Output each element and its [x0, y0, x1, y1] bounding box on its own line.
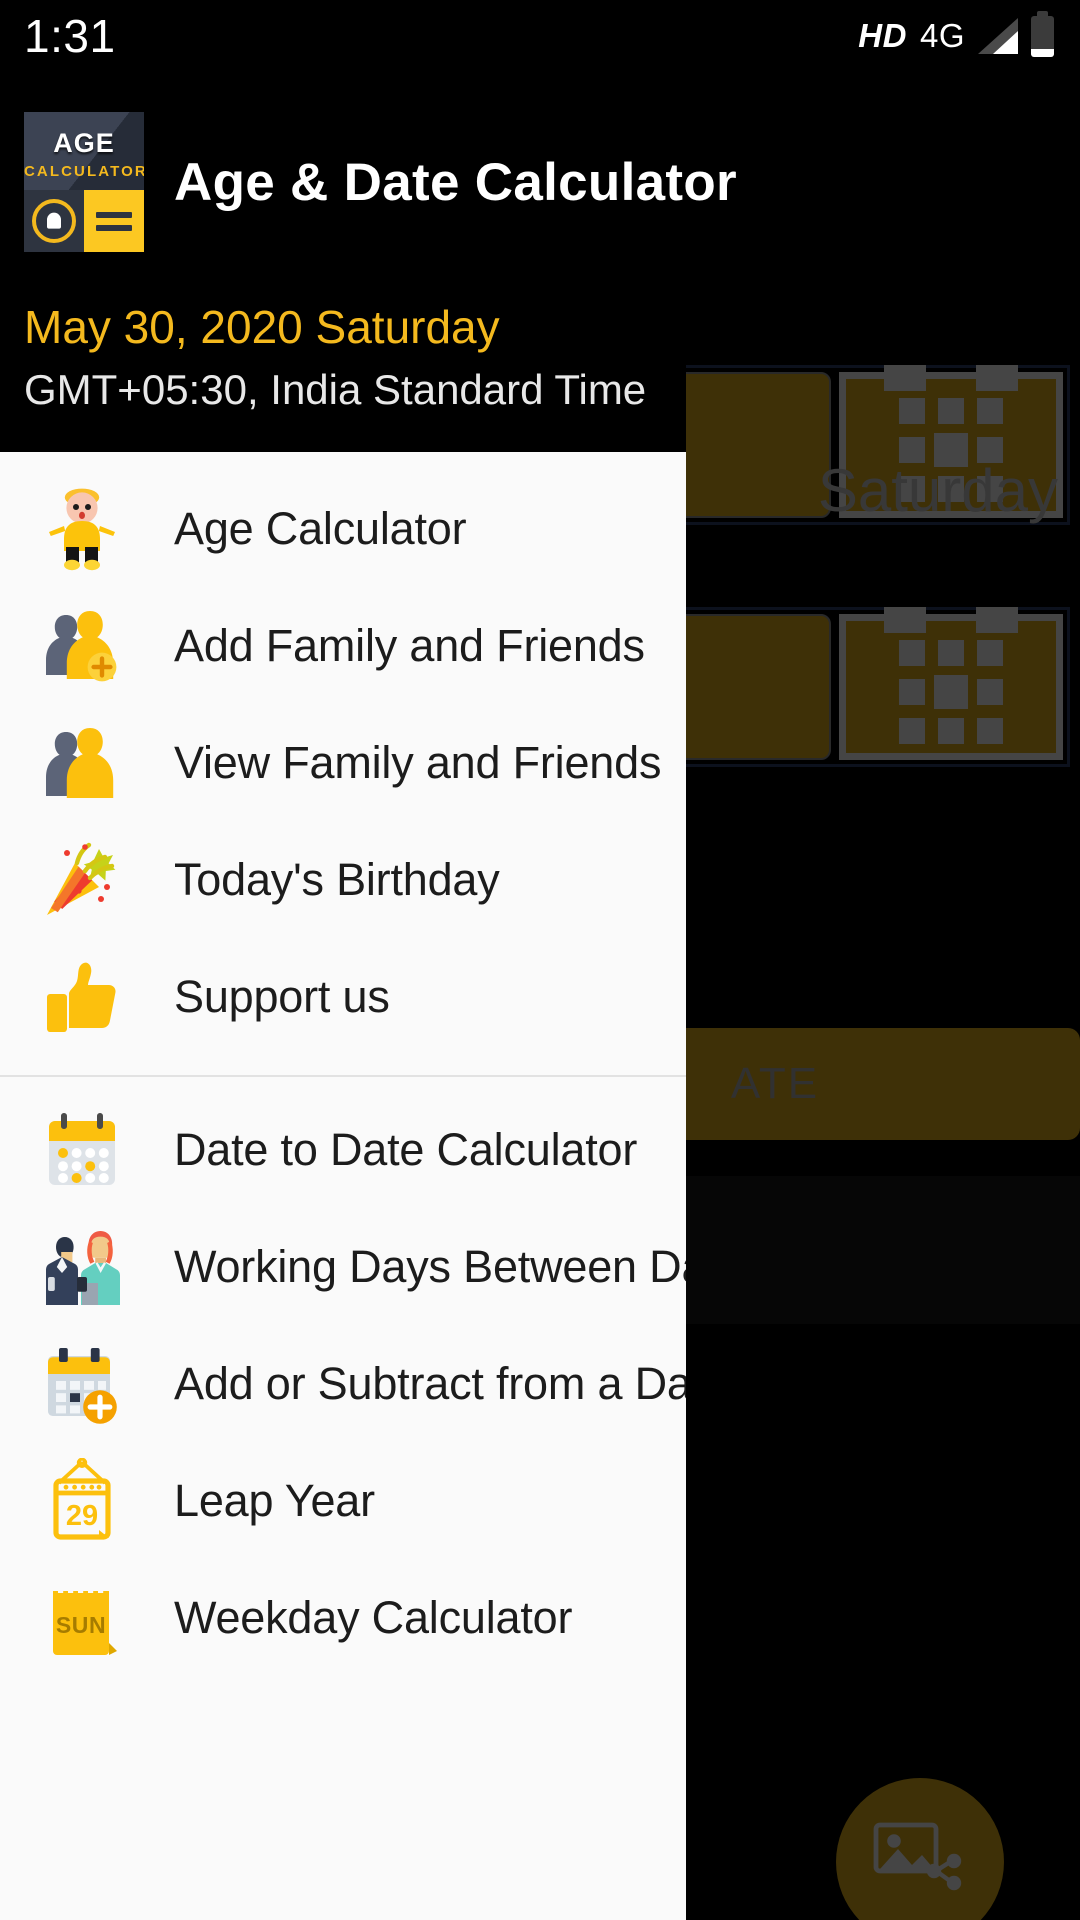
page-title: Age & Date Calculator	[174, 152, 737, 212]
drawer-item-add-family-and-friends[interactable]: Add Family and Friends	[0, 587, 686, 704]
svg-text:SUN: SUN	[56, 1612, 106, 1638]
drawer-item-date-to-date-calculator[interactable]: Date to Date Calculator	[0, 1091, 686, 1208]
phone-screen: May 30, 2020 Saturday GMT+05:30, India S…	[0, 0, 1080, 1920]
calendar-plus-icon	[36, 1342, 128, 1426]
business-couple-icon	[36, 1225, 128, 1309]
drawer-item-label: Add Family and Friends	[174, 619, 645, 671]
calendar-sun-icon: SUN	[36, 1575, 128, 1661]
app-logo-icon: AGE CALCULATOR	[24, 112, 144, 252]
people-icon	[36, 724, 128, 802]
hd-indicator: HD	[858, 17, 907, 54]
party-popper-icon	[36, 839, 128, 921]
timezone-text: GMT+05:30, India Standard Time	[24, 366, 647, 413]
drawer-section-secondary: Date to Date Calculator Working Days Bet…	[0, 1085, 686, 1676]
toolbar: AGE CALCULATOR Age & Date Calculator	[24, 112, 737, 252]
navigation-drawer[interactable]: Age Calculator Add Family and Friends Vi…	[0, 452, 686, 1920]
baby-icon	[36, 487, 128, 571]
logo-line2: CALCULATOR	[24, 163, 144, 180]
drawer-divider	[0, 1075, 686, 1077]
drawer-item-label: Date to Date Calculator	[174, 1123, 638, 1175]
status-indicators: HD 4G	[858, 10, 1054, 57]
drawer-item-weekday-calculator[interactable]: SUN Weekday Calculator	[0, 1559, 686, 1676]
drawer-item-label: Today's Birthday	[174, 853, 500, 905]
drawer-item-label: Leap Year	[174, 1474, 375, 1526]
drawer-item-label: Add or Subtract from a Date	[174, 1357, 686, 1409]
current-date-text: May 30, 2020 Saturday	[24, 301, 500, 353]
status-bar: 1:31 HD 4G	[0, 0, 1080, 72]
signal-icon	[978, 18, 1018, 54]
calendar-dots-icon	[36, 1109, 128, 1191]
drawer-item-label: Weekday Calculator	[174, 1591, 573, 1643]
drawer-item-label: Age Calculator	[174, 502, 467, 554]
status-clock: 1:31	[24, 10, 116, 62]
thumbs-up-icon	[36, 958, 128, 1036]
drawer-item-todays-birthday[interactable]: Today's Birthday	[0, 821, 686, 938]
drawer-item-leap-year[interactable]: 29 Leap Year	[0, 1442, 686, 1559]
battery-icon	[1031, 10, 1054, 57]
drawer-item-label: Working Days Between Dates	[174, 1240, 686, 1292]
network-indicator: 4G	[919, 17, 965, 54]
svg-text:29: 29	[66, 1500, 98, 1532]
calendar-29-icon: 29	[36, 1457, 128, 1544]
add-people-icon	[36, 607, 128, 685]
drawer-item-working-days-between-dates[interactable]: Working Days Between Dates	[0, 1208, 686, 1325]
drawer-item-label: Support us	[174, 970, 390, 1022]
drawer-section-primary: Age Calculator Add Family and Friends Vi…	[0, 452, 686, 1055]
drawer-item-label: View Family and Friends	[174, 736, 662, 788]
date-header: May 30, 2020 Saturday GMT+05:30, India S…	[24, 300, 646, 414]
drawer-item-add-or-subtract-from-a-date[interactable]: Add or Subtract from a Date	[0, 1325, 686, 1442]
drawer-item-support-us[interactable]: Support us	[0, 938, 686, 1055]
logo-line1: AGE	[53, 128, 115, 158]
drawer-item-view-family-and-friends[interactable]: View Family and Friends	[0, 704, 686, 821]
drawer-item-age-calculator[interactable]: Age Calculator	[0, 470, 686, 587]
